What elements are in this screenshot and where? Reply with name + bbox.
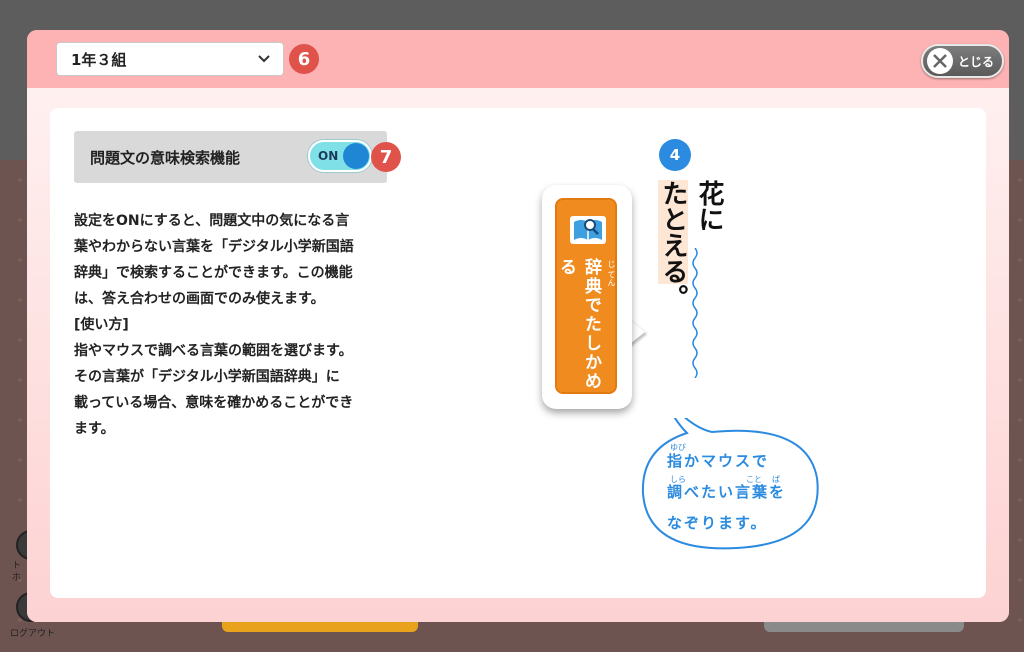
settings-modal: 1年３組 6 とじる 問題文の意味検索機能 ON 7 設定をONにすると、問題文…: [27, 30, 1009, 622]
dictionary-button-label: 辞典でたしかめる: [556, 258, 601, 391]
badge-7: 7: [371, 142, 401, 172]
background-nav-label: トホ: [12, 561, 22, 583]
ruby-shira: しら: [670, 475, 686, 484]
sample-text-line-2: たとえる。: [655, 180, 691, 310]
chevron-down-icon: [258, 55, 270, 63]
description-line: [使い方]: [74, 317, 129, 333]
meaning-search-toggle[interactable]: ON: [308, 140, 372, 172]
close-icon: [927, 48, 953, 74]
selected-word[interactable]: たとえる: [658, 180, 688, 284]
description-line: 載っている場合、意味を確かめることができ: [74, 395, 354, 411]
background-button[interactable]: [222, 622, 418, 632]
step-number-badge: 4: [659, 139, 691, 171]
setting-row-meaning-search: 問題文の意味検索機能 ON: [74, 131, 387, 183]
badge-6: 6: [289, 44, 319, 74]
speech-text: 指かマウスで 調べたい言葉を なぞります。: [667, 446, 827, 539]
ruby-ba: ば: [772, 475, 780, 484]
description-line: 辞典」で検索することができます。この機能: [74, 265, 353, 281]
class-select[interactable]: 1年３組: [56, 42, 284, 76]
class-select-value: 1年３組: [71, 50, 127, 69]
toggle-knob: [343, 143, 369, 169]
dictionary-button[interactable]: 辞典でたしかめる じ てん: [555, 198, 617, 394]
description-line: 葉やわからない言葉を「デジタル小学新国語: [74, 239, 354, 255]
speech-line-3: なぞります。: [667, 514, 768, 532]
setting-label: 問題文の意味検索機能: [90, 148, 241, 167]
dictionary-button-ruby: じ てん: [607, 260, 616, 287]
description-line: 設定をONにすると、問題文中の気になる言: [74, 213, 350, 229]
ruby-yubi: ゆび: [670, 443, 686, 452]
settings-panel: 問題文の意味検索機能 ON 7 設定をONにすると、問題文中の気になる言 葉やわ…: [50, 108, 986, 598]
dictionary-button-card: 辞典でたしかめる じ てん: [542, 185, 632, 409]
ruby-koto: こと: [746, 475, 762, 484]
background-button[interactable]: [764, 622, 964, 632]
description-text: 設定をONにすると、問題文中の気になる言 葉やわからない言葉を「デジタル小学新国…: [74, 208, 404, 442]
toggle-state-label: ON: [318, 149, 339, 163]
dictionary-book-icon: [570, 216, 606, 244]
description-line: その言葉が「デジタル小学新国語辞典」に: [74, 369, 340, 385]
description-line: ます。: [74, 421, 115, 437]
description-line: は、答え合わせの画面でのみ使えます。: [74, 291, 325, 307]
sample-text-period: 。: [658, 284, 688, 310]
close-button[interactable]: とじる: [921, 44, 1004, 78]
close-label: とじる: [958, 54, 995, 69]
logout-label[interactable]: ログアウト: [10, 626, 55, 639]
speech-line-1: 指かマウスで: [667, 452, 770, 470]
description-line: 指やマウスで調べる言葉の範囲を選びます。: [74, 343, 353, 359]
selection-wave-underline: [692, 248, 698, 378]
